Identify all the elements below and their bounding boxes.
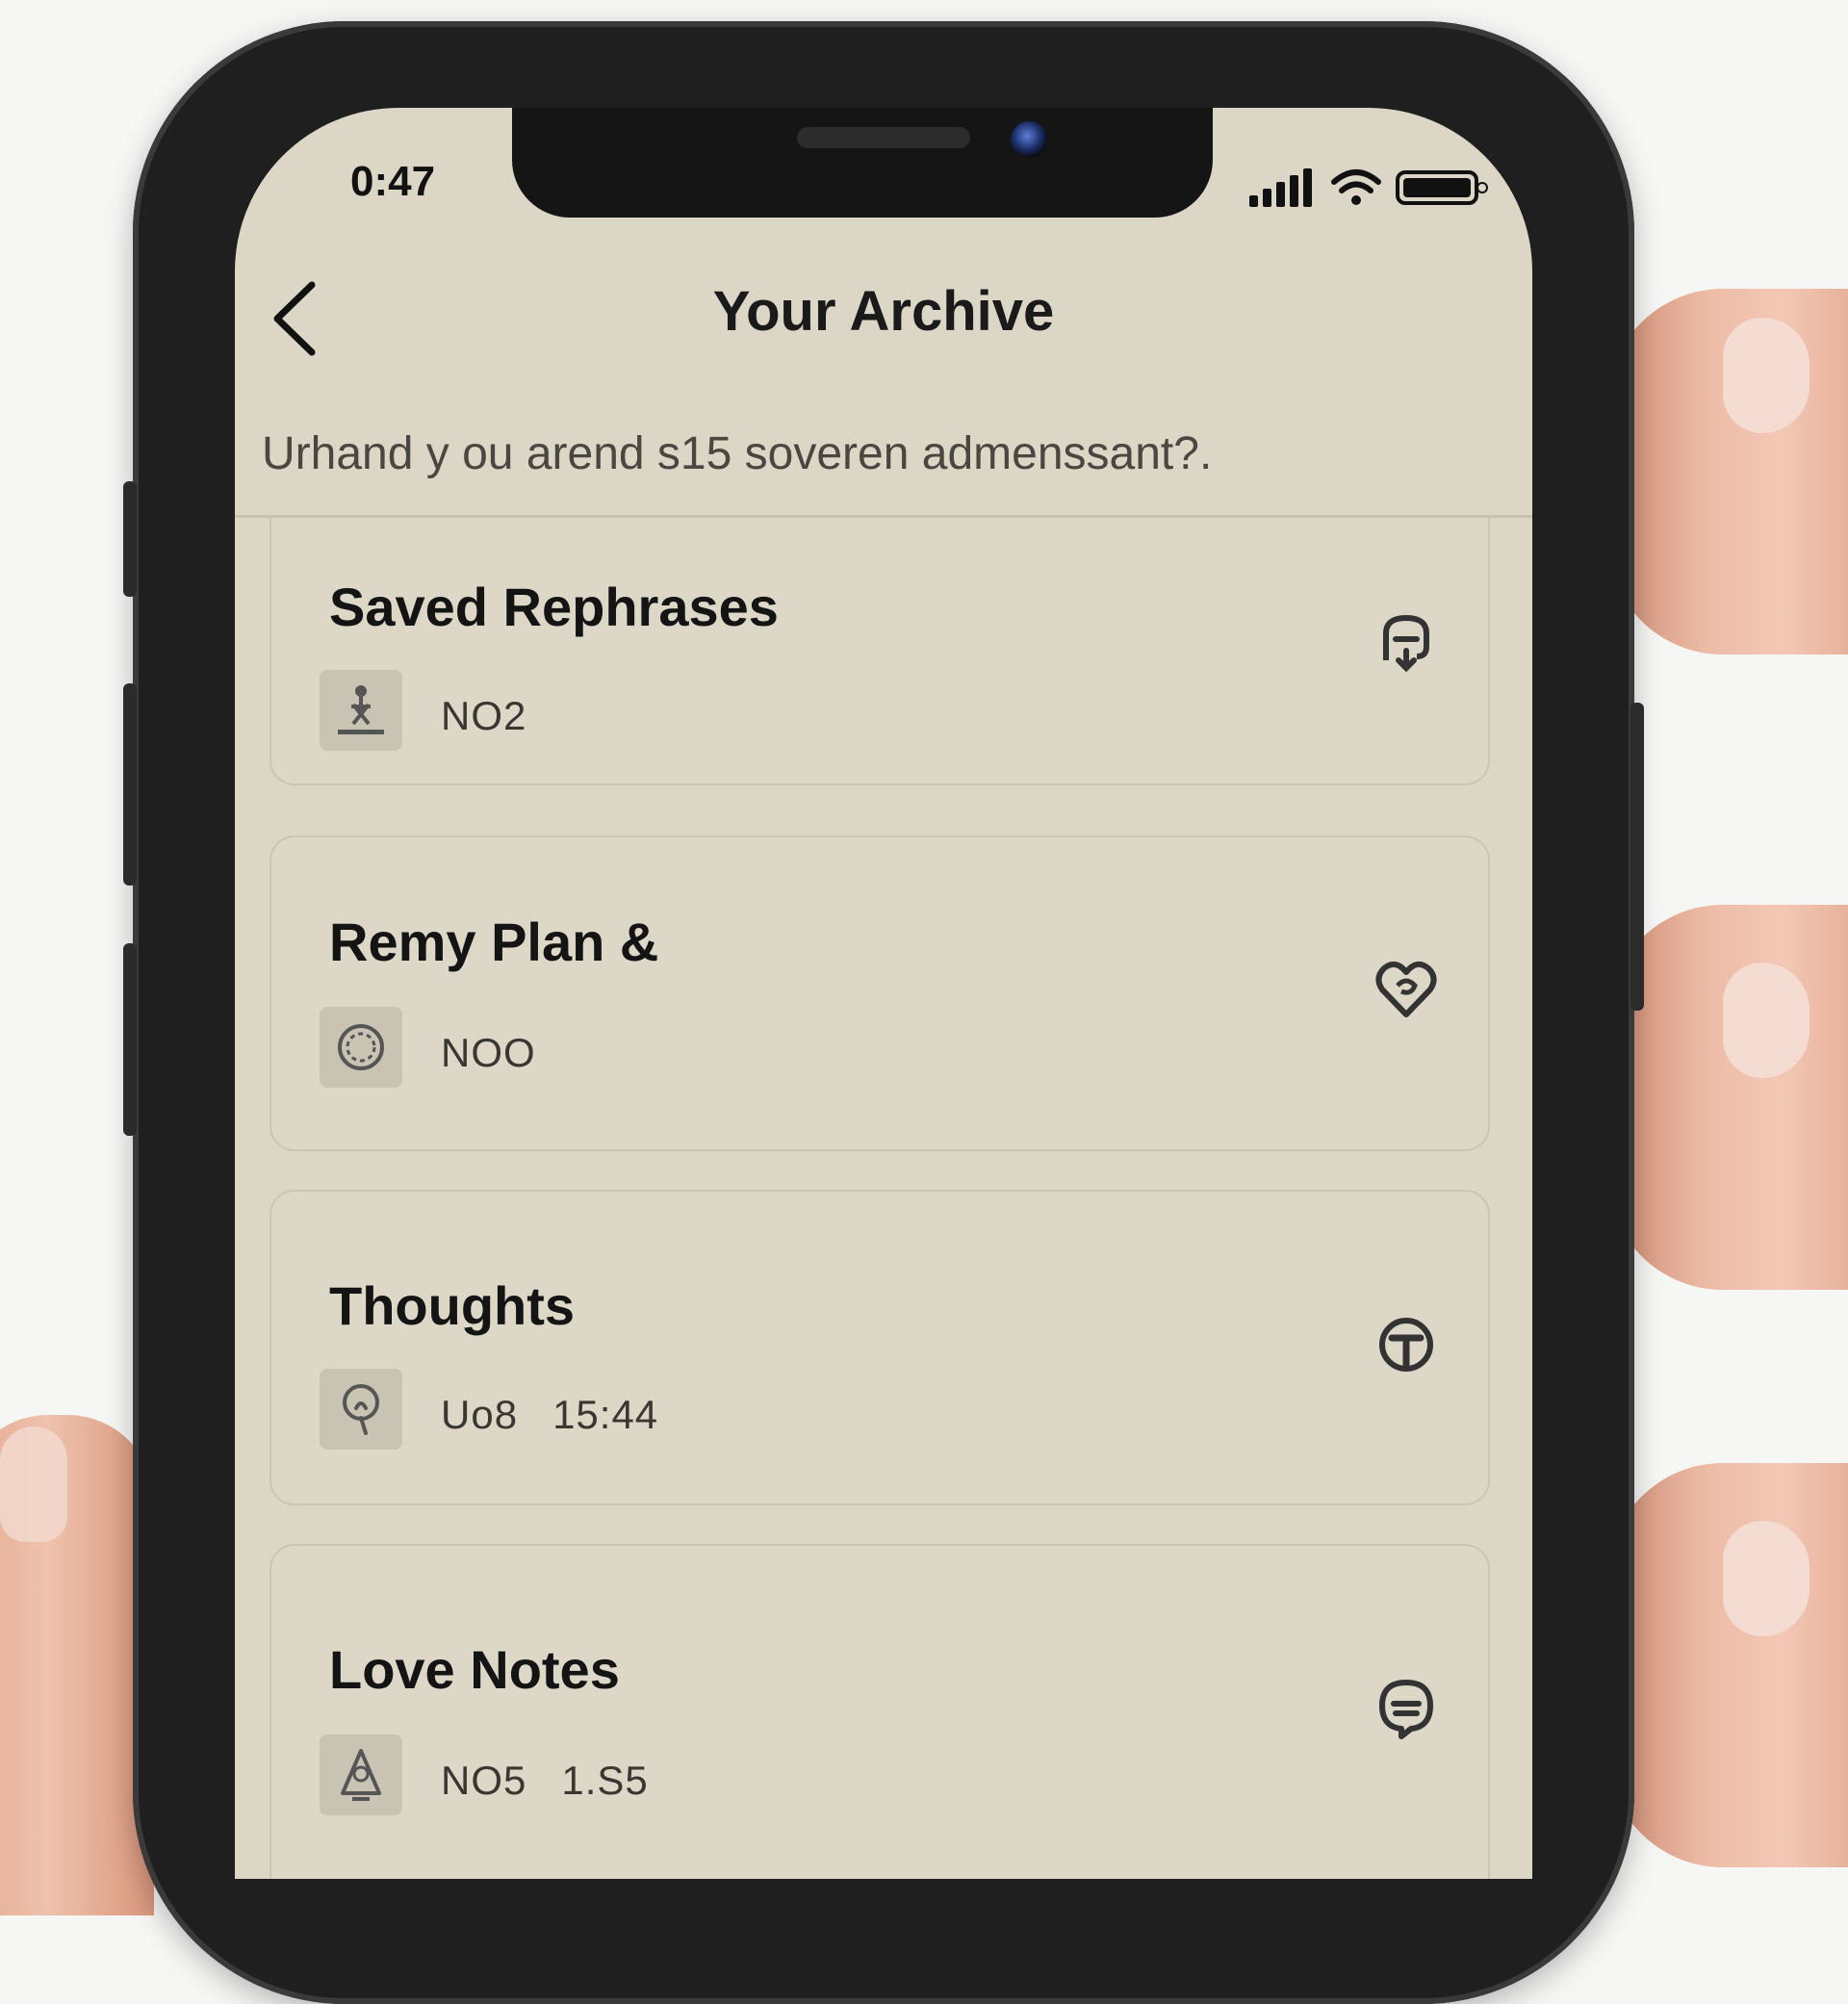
figure-icon (320, 670, 402, 751)
right-finger-1 (1607, 289, 1848, 655)
card-meta-time: 15:44 (552, 1392, 659, 1437)
side-button (1630, 703, 1644, 1011)
chat-face-icon[interactable] (1373, 1673, 1440, 1740)
card-meta-value: NO5 (441, 1758, 527, 1803)
battery-icon (1396, 170, 1488, 205)
phone-screen: 0:47 Your Archive Urhand y ou arend s15 … (235, 108, 1532, 1879)
side-button (123, 683, 137, 886)
card-meta-value: NO2 (441, 693, 527, 738)
card-title: Remy Plan & (329, 912, 659, 972)
wreath-icon (320, 1007, 402, 1088)
card-meta: NOO (441, 1030, 536, 1076)
subtitle-text: Urhand y ou arend s15 soveren admenssant… (262, 428, 1213, 479)
side-button (123, 943, 137, 1136)
card-meta-value: Uo8 (441, 1392, 519, 1437)
heart-swirl-icon[interactable] (1373, 955, 1440, 1022)
left-finger (0, 1415, 154, 1915)
archive-card[interactable]: Remy Plan & NOO (270, 835, 1490, 1151)
archive-card[interactable]: Saved Rephrases NO2 (270, 518, 1490, 785)
card-meta-value: NOO (441, 1030, 536, 1075)
card-meta: Uo8 15:44 (441, 1392, 658, 1438)
side-button (123, 481, 137, 597)
status-time: 0:47 (350, 158, 436, 205)
archive-card[interactable]: Love Notes NO5 1.S5 (270, 1544, 1490, 1879)
circle-t-icon[interactable] (1373, 1311, 1440, 1378)
signal-icon (1249, 168, 1312, 207)
card-meta: NO2 (441, 693, 526, 739)
wifi-icon (1331, 169, 1381, 205)
status-icons (1247, 166, 1488, 210)
notch (512, 108, 1213, 218)
card-meta: NO5 1.S5 (441, 1758, 649, 1804)
front-camera (1011, 121, 1047, 158)
card-title: Saved Rephrases (329, 577, 779, 637)
card-title: Love Notes (329, 1639, 620, 1700)
figure-alt-icon (320, 1734, 402, 1815)
page-title: Your Archive (712, 280, 1055, 343)
speaker-grille (797, 127, 970, 148)
right-finger-3 (1607, 1463, 1848, 1867)
card-title: Thoughts (329, 1275, 576, 1336)
card-meta-time: 1.S5 (561, 1758, 649, 1803)
archive-card[interactable]: Thoughts Uo8 15:44 (270, 1190, 1490, 1505)
lightbulb-icon (320, 1369, 402, 1450)
bookmark-arrow-icon[interactable] (1373, 608, 1440, 676)
